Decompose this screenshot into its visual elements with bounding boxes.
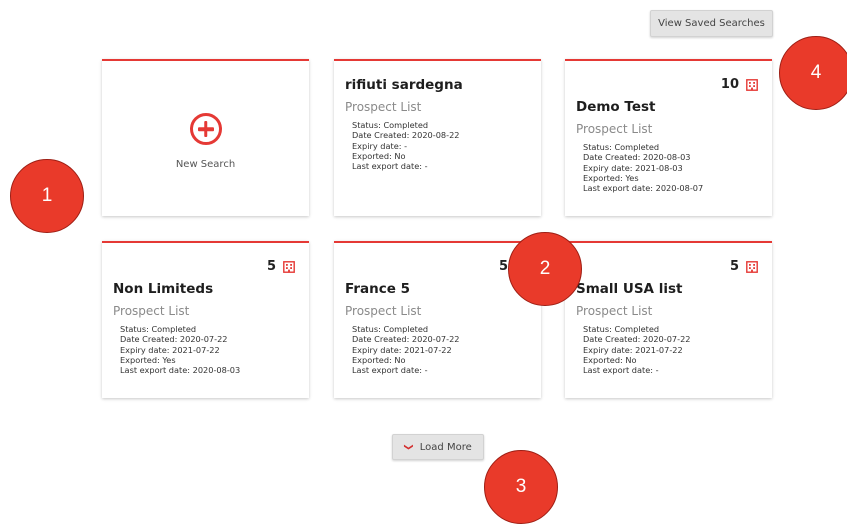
card-exported: Exported: No (352, 150, 406, 161)
building-icon (283, 260, 295, 273)
building-icon (746, 78, 758, 91)
new-search-card[interactable]: New Search (102, 59, 309, 216)
result-count-value: 5 (266, 259, 276, 274)
card-date-created: Date Created: 2020-08-03 (583, 152, 691, 163)
annotation-number: 3 (515, 476, 527, 497)
card-last-export-date: Last export date: 2020-08-07 (583, 183, 704, 194)
card-status: Status: Completed (352, 324, 429, 334)
new-search-label: New Search (175, 159, 236, 170)
card-expiry-date: Expiry date: 2021-07-22 (120, 344, 220, 355)
result-count: 5 (730, 259, 758, 274)
view-saved-searches-label: View Saved Searches (658, 18, 765, 29)
result-count-value: 5 (498, 259, 508, 274)
building-icon (746, 260, 758, 273)
card-last-export-date: Last export date: - (583, 365, 659, 376)
saved-search-card[interactable]: rifiuti sardegna Prospect List Status: C… (334, 59, 541, 216)
card-expiry-date: Expiry date: 2021-07-22 (583, 344, 683, 355)
card-details: Status: Completed Date Created: 2020-08-… (352, 120, 463, 171)
annotation-number: 4 (810, 62, 822, 83)
card-status: Status: Completed (583, 142, 660, 152)
card-date-created: Date Created: 2020-07-22 (583, 334, 691, 345)
card-details: Status: Completed Date Created: 2020-08-… (583, 142, 703, 193)
card-status: Status: Completed (583, 324, 660, 334)
card-subtitle: Prospect List (113, 304, 190, 318)
card-last-export-date: Last export date: 2020-08-03 (120, 365, 241, 376)
annotation-marker: 3 (484, 450, 558, 524)
card-status: Status: Completed (352, 120, 429, 130)
result-count: 5 (267, 259, 295, 274)
card-details: Status: Completed Date Created: 2020-07-… (352, 324, 460, 375)
load-more-label: Load More (419, 441, 472, 453)
card-title: rifiuti sardegna (345, 77, 463, 93)
result-count: 10 (721, 77, 758, 92)
card-exported: Exported: No (352, 354, 406, 365)
card-date-created: Date Created: 2020-07-22 (352, 334, 460, 345)
saved-search-card[interactable]: 5 Non Limiteds Prospect List Status: Com… (102, 241, 309, 398)
annotation-number: 2 (539, 258, 551, 279)
card-expiry-date: Expiry date: - (352, 140, 408, 151)
card-last-export-date: Last export date: - (352, 365, 428, 376)
saved-search-card[interactable]: 5 Small USA list Prospect List Status: C… (565, 241, 772, 398)
card-title: France 5 (345, 281, 410, 297)
result-count-value: 10 (720, 77, 739, 92)
load-more-button[interactable]: ❯ Load More (392, 434, 484, 460)
annotation-marker: 2 (508, 232, 582, 306)
card-date-created: Date Created: 2020-07-22 (120, 334, 228, 345)
card-subtitle: Prospect List (345, 304, 422, 318)
card-date-created: Date Created: 2020-08-22 (352, 130, 460, 141)
saved-search-card[interactable]: 10 Demo Test Prospect List Status: Compl… (565, 59, 772, 216)
chevron-down-icon: ❯ (403, 443, 414, 451)
card-title: Demo Test (576, 99, 656, 115)
card-subtitle: Prospect List (345, 100, 422, 114)
card-expiry-date: Expiry date: 2021-07-22 (352, 344, 452, 355)
card-subtitle: Prospect List (576, 122, 653, 136)
card-exported: Exported: Yes (583, 172, 639, 183)
card-details: Status: Completed Date Created: 2020-07-… (120, 324, 240, 375)
result-count-value: 5 (729, 259, 739, 274)
card-exported: Exported: No (583, 354, 637, 365)
card-details: Status: Completed Date Created: 2020-07-… (583, 324, 691, 375)
card-expiry-date: Expiry date: 2021-08-03 (583, 162, 683, 173)
view-saved-searches-button[interactable]: View Saved Searches (650, 10, 773, 37)
card-last-export-date: Last export date: - (352, 161, 428, 172)
card-title: Non Limiteds (113, 281, 214, 297)
plus-circle-icon (189, 113, 222, 145)
card-exported: Exported: Yes (120, 354, 176, 365)
annotation-number: 1 (41, 185, 53, 206)
annotation-marker: 1 (10, 159, 84, 233)
card-title: Small USA list (576, 281, 683, 297)
card-status: Status: Completed (120, 324, 197, 334)
annotation-marker: 4 (779, 36, 847, 110)
card-subtitle: Prospect List (576, 304, 653, 318)
